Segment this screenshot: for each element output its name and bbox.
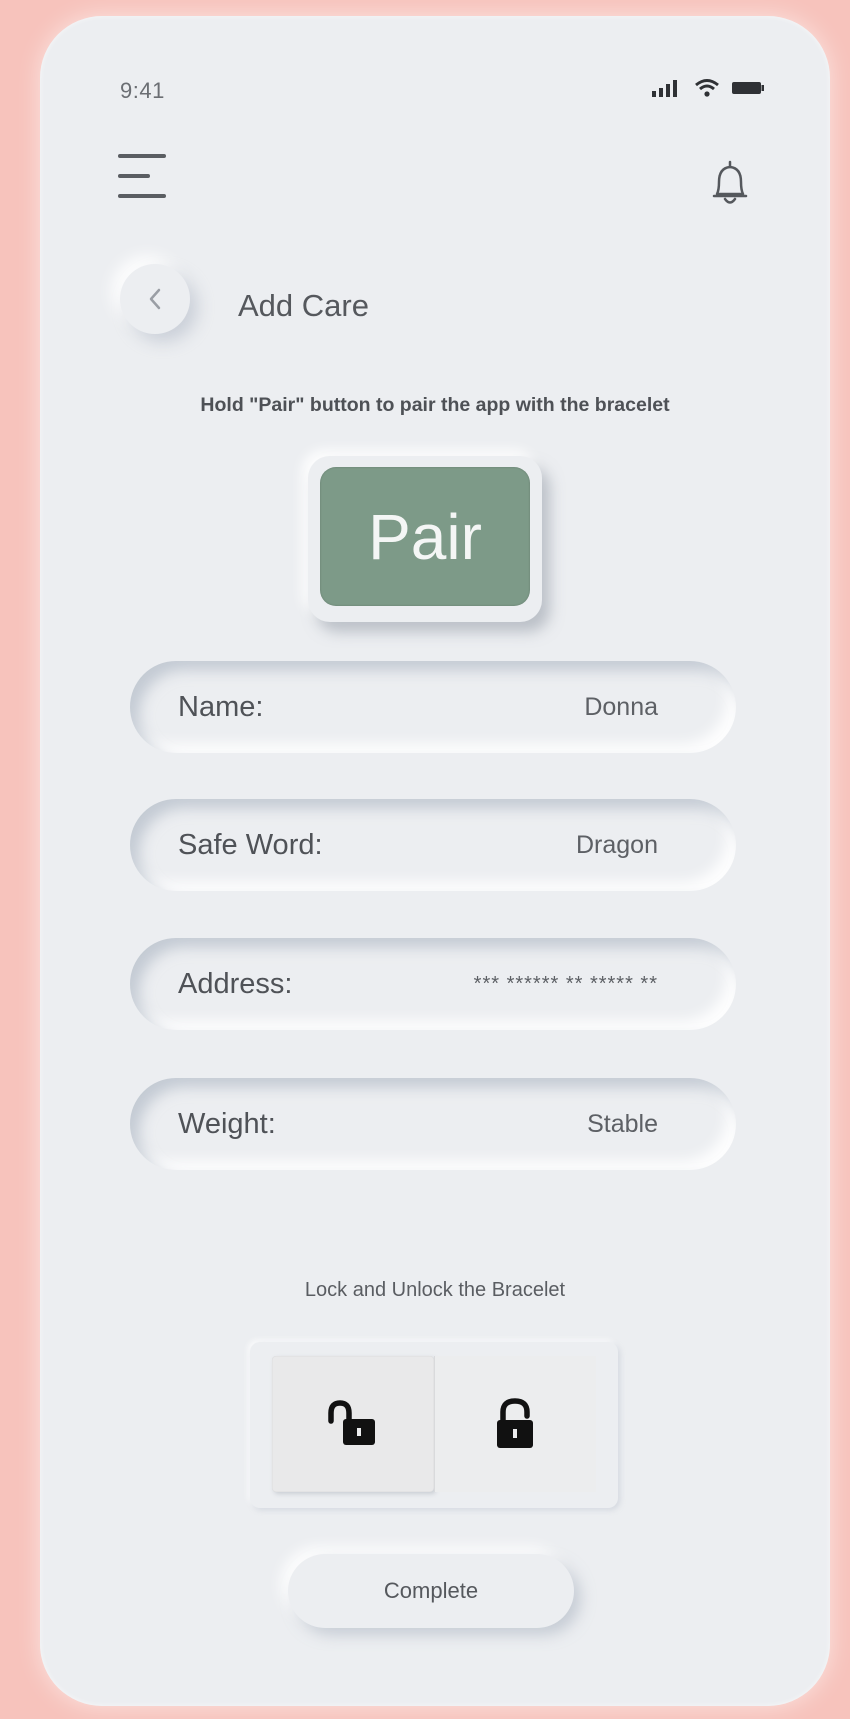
address-value: *** ****** ** ***** ** — [473, 972, 658, 995]
weight-label: Weight: — [178, 1107, 276, 1140]
pair-button-frame: Pair — [308, 456, 542, 622]
pair-instruction: Hold "Pair" button to pair the app with … — [200, 394, 670, 416]
back-button[interactable] — [120, 264, 190, 334]
menu-icon[interactable] — [118, 154, 166, 198]
chevron-left-icon — [149, 288, 161, 310]
address-label: Address: — [178, 967, 293, 1000]
wifi-icon — [695, 79, 719, 97]
complete-button[interactable]: Complete — [288, 1554, 574, 1628]
lock-button[interactable] — [433, 1356, 596, 1492]
name-label: Name: — [178, 690, 264, 723]
status-icons — [652, 78, 764, 98]
name-value: Donna — [584, 692, 658, 721]
phone-screen: 9:41 Add Care Hold "Pair" button to pair… — [40, 16, 830, 1706]
weight-value: Stable — [587, 1109, 658, 1138]
lock-icon — [497, 1398, 534, 1448]
safe-word-field[interactable]: Safe Word: Dragon — [130, 799, 736, 891]
weight-field[interactable]: Weight: Stable — [130, 1078, 736, 1170]
safe-word-value: Dragon — [576, 830, 658, 859]
signal-icon — [652, 80, 677, 97]
address-field[interactable]: Address: *** ****** ** ***** ** — [130, 938, 736, 1030]
lock-toggle — [250, 1342, 618, 1508]
lock-caption: Lock and Unlock the Bracelet — [304, 1279, 566, 1301]
status-time: 9:41 — [120, 78, 165, 103]
unlock-button[interactable] — [272, 1356, 434, 1492]
pair-button[interactable]: Pair — [320, 467, 530, 606]
name-field[interactable]: Name: Donna — [130, 661, 736, 753]
page-title: Add Care — [238, 288, 369, 323]
unlock-icon — [328, 1400, 375, 1445]
battery-icon — [732, 82, 764, 94]
bell-icon[interactable] — [710, 158, 750, 208]
safe-word-label: Safe Word: — [178, 828, 323, 861]
